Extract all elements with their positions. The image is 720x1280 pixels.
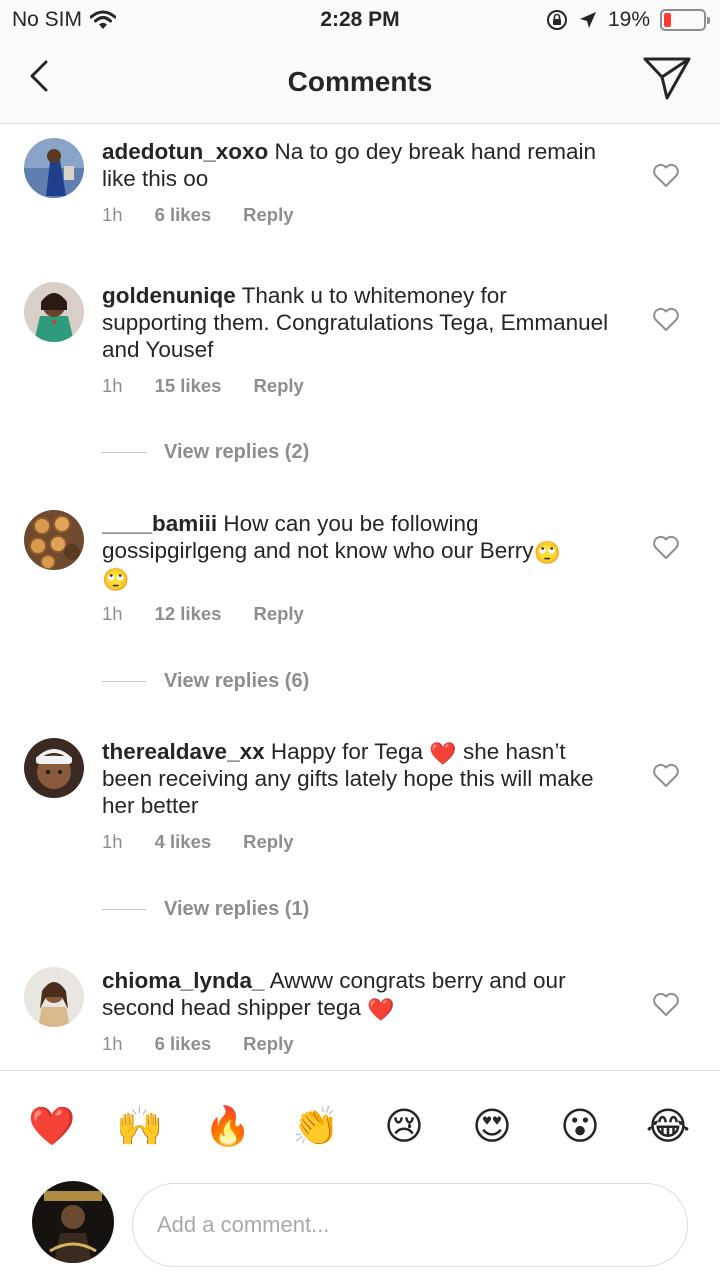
view-replies-button[interactable]: View replies (1) <box>102 898 309 921</box>
avatar[interactable] <box>24 282 84 342</box>
comment-text: therealdave_xx Happy for Tega ❤️ she has… <box>102 738 614 819</box>
comment-meta: 1h 15 likes Reply <box>102 375 614 397</box>
avatar-image <box>24 510 84 570</box>
avatar[interactable] <box>24 510 84 570</box>
comment-text: ____bamiii How can you be following goss… <box>102 510 614 591</box>
avatar[interactable] <box>24 738 84 798</box>
comment-likes[interactable]: 12 likes <box>155 603 222 625</box>
comment-body: adedotun_xoxo Na to go dey break hand re… <box>102 138 614 226</box>
view-replies-button[interactable]: View replies (2) <box>102 441 309 464</box>
comment-time: 1h <box>102 375 123 396</box>
comment-meta: 1h 4 likes Reply <box>102 831 614 853</box>
avatar-image <box>24 138 84 198</box>
comment-username[interactable]: adedotun_xoxo <box>102 139 268 164</box>
reaction-clap-emoji[interactable]: 👏 <box>286 1097 346 1157</box>
heart-outline-icon[interactable] <box>652 991 680 1017</box>
nav-bar: Comments <box>0 40 720 124</box>
reply-button[interactable]: Reply <box>243 831 293 853</box>
status-right: 19% <box>546 8 710 32</box>
location-arrow-icon <box>579 12 596 28</box>
view-replies-label: View replies (2) <box>164 441 310 463</box>
reaction-fire-emoji[interactable]: 🔥 <box>198 1097 258 1157</box>
battery-percent: 19% <box>607 8 650 31</box>
view-replies-button[interactable]: View replies (6) <box>102 670 309 693</box>
heart-outline-icon[interactable] <box>652 534 680 560</box>
comment-text: adedotun_xoxo Na to go dey break hand re… <box>102 138 614 192</box>
comment-time: 1h <box>102 204 123 225</box>
comment-body: ____bamiii How can you be following goss… <box>102 510 614 625</box>
reaction-heart-eyes-emoji[interactable]: 😍 <box>462 1097 522 1157</box>
reaction-crying-emoji[interactable]: 😢 <box>374 1097 434 1157</box>
comment-composer: ❤️ 🙌 🔥 👏 😢 😍 😮 😂 <box>0 1070 720 1280</box>
comment-likes[interactable]: 6 likes <box>155 1033 212 1055</box>
divider <box>102 681 146 682</box>
divider <box>102 452 146 453</box>
heart-outline-icon[interactable] <box>652 762 680 788</box>
reply-button[interactable]: Reply <box>243 204 293 226</box>
avatar[interactable] <box>24 967 84 1027</box>
eye-roll-emoji: 🙄 <box>102 567 130 592</box>
avatar[interactable] <box>24 138 84 198</box>
avatar-image <box>24 967 84 1027</box>
reply-button[interactable]: Reply <box>253 375 303 397</box>
orientation-lock-icon <box>546 10 567 30</box>
eye-roll-emoji: 🙄 <box>533 540 561 565</box>
status-bar: No SIM 2:28 PM 19% <box>0 0 720 40</box>
comment-username[interactable]: chioma_lynda_ <box>102 968 265 993</box>
view-replies-label: View replies (6) <box>164 670 310 692</box>
comment-meta: 1h 6 likes Reply <box>102 1033 614 1055</box>
avatar-image <box>24 738 84 798</box>
comment-time: 1h <box>102 603 123 624</box>
comment-time: 1h <box>102 1033 123 1054</box>
reaction-surprised-emoji[interactable]: 😮 <box>550 1097 610 1157</box>
comment-text: goldenuniqe Thank u to whitemoney for su… <box>102 282 614 363</box>
comment-username[interactable]: goldenuniqe <box>102 283 236 308</box>
divider <box>102 909 146 910</box>
reaction-raised-hands-emoji[interactable]: 🙌 <box>110 1097 170 1157</box>
comment-likes[interactable]: 15 likes <box>155 375 222 397</box>
paper-plane-icon[interactable] <box>642 54 692 102</box>
user-avatar[interactable] <box>32 1181 114 1263</box>
page-title: Comments <box>287 66 433 97</box>
comment-meta: 1h 12 likes Reply <box>102 603 614 625</box>
comment-input[interactable] <box>132 1183 688 1267</box>
red-heart-emoji: ❤️ <box>367 997 395 1022</box>
heart-outline-icon[interactable] <box>652 162 680 188</box>
comment-likes[interactable]: 4 likes <box>155 831 212 853</box>
comment-meta: 1h 6 likes Reply <box>102 204 614 226</box>
avatar-image <box>32 1181 114 1263</box>
reply-button[interactable]: Reply <box>253 603 303 625</box>
comment-text: chioma_lynda_ Awww congrats berry and ou… <box>102 967 614 1021</box>
comment-username[interactable]: ____bamiii <box>102 511 217 536</box>
heart-outline-icon[interactable] <box>652 306 680 332</box>
comment-likes[interactable]: 6 likes <box>155 204 212 226</box>
view-replies-label: View replies (1) <box>164 898 310 920</box>
quick-reactions: ❤️ 🙌 🔥 👏 😢 😍 😮 😂 <box>0 1097 720 1157</box>
comments-list[interactable]: adedotun_xoxo Na to go dey break hand re… <box>0 124 720 1070</box>
comment-body: chioma_lynda_ Awww congrats berry and ou… <box>102 967 614 1055</box>
reply-button[interactable]: Reply <box>243 1033 293 1055</box>
battery-icon <box>660 9 710 31</box>
red-heart-emoji: ❤️ <box>429 741 457 766</box>
comment-time: 1h <box>102 831 123 852</box>
avatar-image <box>24 282 84 342</box>
comment-body: therealdave_xx Happy for Tega ❤️ she has… <box>102 738 614 853</box>
comment-username[interactable]: therealdave_xx <box>102 739 265 764</box>
comment-body: goldenuniqe Thank u to whitemoney for su… <box>102 282 614 397</box>
comment-message: Happy for Tega <box>270 739 424 764</box>
reaction-heart-emoji[interactable]: ❤️ <box>22 1097 82 1157</box>
battery-level <box>664 13 672 27</box>
reaction-laughing-emoji[interactable]: 😂 <box>638 1097 698 1157</box>
